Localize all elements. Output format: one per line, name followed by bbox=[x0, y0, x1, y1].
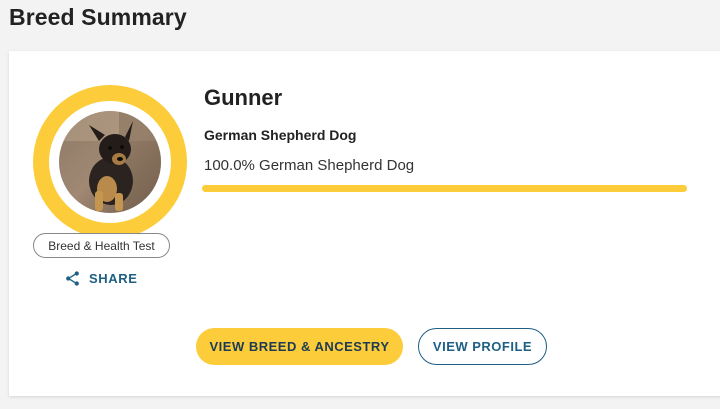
breed-percentage-bar bbox=[202, 185, 687, 192]
share-icon bbox=[66, 271, 79, 286]
primary-breed: German Shepherd Dog bbox=[204, 127, 357, 143]
dog-name: Gunner bbox=[204, 85, 283, 110]
breed-summary-card: Breed & Health Test SHARE Gunner German … bbox=[9, 51, 720, 396]
section-title: Breed Summary bbox=[9, 4, 187, 30]
dog-photo[interactable] bbox=[59, 111, 161, 213]
dog-photo-image bbox=[59, 111, 161, 213]
ring-inner bbox=[49, 101, 171, 223]
share-button[interactable]: SHARE bbox=[64, 270, 138, 287]
test-type-badge: Breed & Health Test bbox=[33, 233, 170, 258]
breed-percentage-bar-fill bbox=[202, 185, 687, 192]
share-label: SHARE bbox=[89, 271, 138, 286]
breed-percentage-text: 100.0% German Shepherd Dog bbox=[204, 157, 415, 174]
breed-ring bbox=[33, 85, 187, 239]
view-breed-ancestry-button[interactable]: VIEW BREED & ANCESTRY bbox=[196, 328, 403, 365]
view-profile-button[interactable]: VIEW PROFILE bbox=[418, 328, 547, 365]
